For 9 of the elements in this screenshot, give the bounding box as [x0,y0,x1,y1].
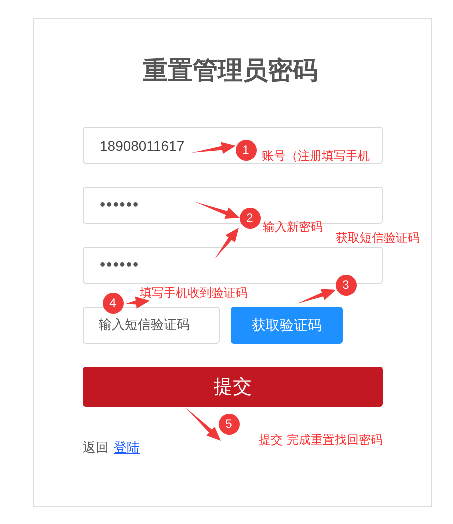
submit-button[interactable]: 提交 [83,367,383,407]
code-field[interactable]: 输入短信验证码 [83,307,220,344]
back-label: 返回 [83,440,109,457]
page-title: 重置管理员密码 [143,55,319,87]
annotation-text: 填写手机收到验证码 [140,285,248,301]
annotation-text: 获取短信验证码 [336,230,420,246]
annotation-text: 提交 完成重置找回密码 [259,432,383,448]
annotation-text: 账号（注册填写手机 [262,148,370,164]
login-link[interactable]: 登陆 [114,439,140,457]
